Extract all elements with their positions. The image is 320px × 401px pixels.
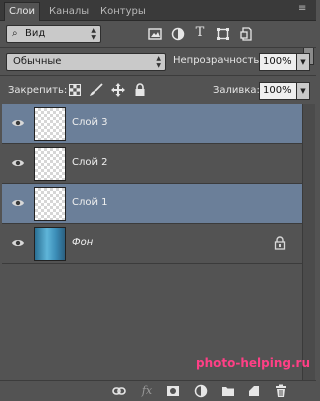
layer-row[interactable]: Фон	[2, 224, 302, 264]
visibility-eye-icon[interactable]	[11, 156, 25, 170]
layer-mask-icon[interactable]	[166, 384, 180, 398]
layer-thumbnail[interactable]	[34, 107, 66, 141]
filter-kind-select[interactable]: ⌕ Вид ▲ ▼	[6, 25, 101, 43]
tab-channels[interactable]: Каналы	[45, 3, 93, 20]
layer-thumbnail[interactable]	[34, 147, 66, 181]
layers-scrollbar[interactable]	[302, 104, 315, 380]
lock-all-icon[interactable]	[134, 83, 146, 97]
layer-row[interactable]: Слой 2	[2, 144, 302, 184]
visibility-eye-icon[interactable]	[11, 196, 25, 210]
fill-label: Заливка:	[213, 85, 260, 96]
link-layers-icon[interactable]	[112, 384, 126, 398]
layer-row[interactable]: Слой 1	[2, 184, 302, 224]
layer-name[interactable]: Слой 2	[72, 156, 108, 170]
image-filter-icon[interactable]	[148, 27, 162, 41]
layer-name[interactable]: Фон	[72, 236, 93, 250]
opacity-input[interactable]: 100%	[259, 53, 298, 71]
search-icon: ⌕	[12, 28, 18, 39]
bottom-toolbar: fx	[0, 380, 316, 401]
lock-transparency-icon[interactable]	[69, 84, 81, 96]
divider	[0, 47, 316, 48]
watermark: photo-helping.ru	[196, 356, 310, 370]
lock-pixels-brush-icon[interactable]	[89, 83, 103, 97]
delete-layer-trash-icon[interactable]	[274, 384, 288, 398]
new-layer-icon[interactable]	[247, 384, 261, 398]
visibility-eye-icon[interactable]	[11, 236, 25, 250]
group-folder-icon[interactable]	[221, 384, 235, 398]
smart-object-filter-icon[interactable]	[239, 27, 253, 41]
layers-panel: Слои Каналы Контуры ≡ ⌕ Вид ▲ ▼ T Обычны…	[0, 0, 316, 401]
fill-input[interactable]: 100%	[259, 82, 298, 100]
tab-layers[interactable]: Слои	[4, 2, 40, 21]
divider	[0, 75, 316, 76]
visibility-eye-icon[interactable]	[11, 116, 25, 130]
lock-position-move-icon[interactable]	[111, 83, 125, 97]
layer-thumbnail[interactable]	[34, 227, 66, 261]
tab-bar: Слои Каналы Контуры ≡	[0, 0, 316, 21]
layer-thumbnail[interactable]	[34, 187, 66, 221]
adjustment-layer-icon[interactable]	[194, 384, 208, 398]
tab-paths[interactable]: Контуры	[96, 3, 150, 20]
opacity-label: Непрозрачность:	[173, 55, 263, 66]
select-arrows-icon: ▲ ▼	[91, 27, 96, 41]
filter-kind-label: Вид	[25, 28, 46, 39]
opacity-dropdown-button[interactable]: ▼	[296, 53, 310, 71]
shape-filter-icon[interactable]	[216, 27, 230, 41]
type-filter-icon[interactable]: T	[193, 26, 207, 40]
panel-menu-icon[interactable]: ≡	[298, 4, 310, 14]
blend-mode-label: Обычные	[13, 56, 62, 67]
layer-name[interactable]: Слой 1	[72, 196, 108, 210]
adjustment-filter-icon[interactable]	[171, 27, 185, 41]
fill-dropdown-button[interactable]: ▼	[296, 82, 310, 100]
layer-row[interactable]: Слой 3	[2, 104, 302, 144]
fx-layer-style-icon[interactable]: fx	[140, 384, 154, 398]
layers-list: Слой 3 Слой 2 Слой 1 Фон	[2, 104, 302, 380]
blend-mode-select[interactable]: Обычные ▲ ▼	[6, 53, 166, 71]
layer-lock-icon[interactable]	[274, 236, 286, 250]
filter-toolbar: ⌕ Вид ▲ ▼ T	[0, 21, 316, 65]
lock-label: Закрепить:	[8, 85, 68, 96]
select-arrows-icon: ▲ ▼	[156, 55, 161, 69]
layer-name[interactable]: Слой 3	[72, 116, 108, 130]
